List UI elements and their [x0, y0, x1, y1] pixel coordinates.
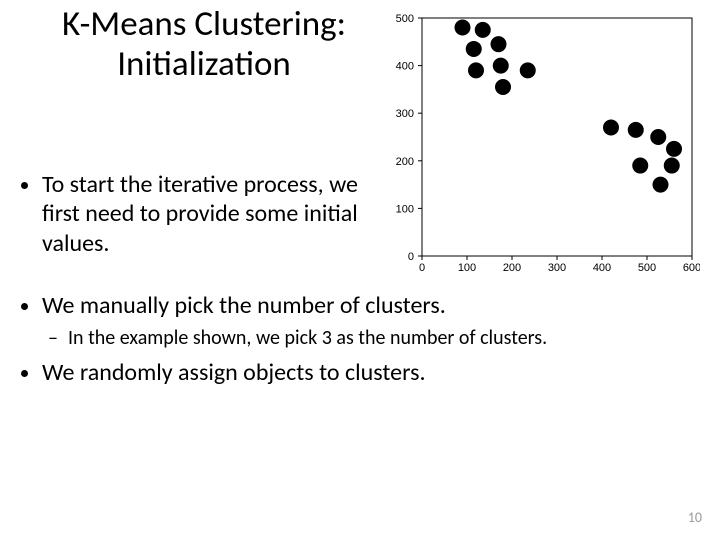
bullet-list-1: To start the iterative process, we first… [0, 170, 382, 258]
bullet-list-2: We manually pick the number of clusters.… [0, 290, 720, 388]
svg-text:0: 0 [408, 251, 414, 263]
svg-text:100: 100 [458, 262, 476, 274]
svg-text:400: 400 [593, 262, 611, 274]
bullet-text: We manually pick the number of clusters. [42, 291, 446, 320]
page-number: 10 [688, 509, 702, 526]
svg-text:200: 200 [396, 156, 414, 168]
bullet-item: We randomly assign objects to clusters. [42, 357, 720, 388]
svg-text:200: 200 [503, 262, 521, 274]
svg-text:300: 300 [548, 262, 566, 274]
page-title: K-Means Clustering: Initialization [24, 4, 384, 85]
bullet-item: We manually pick the number of clusters.… [42, 290, 720, 351]
svg-text:600: 600 [683, 262, 700, 274]
svg-text:300: 300 [396, 108, 414, 120]
svg-text:500: 500 [638, 262, 656, 274]
scatter-chart: 0 100 200 300 400 500 600 0 100 200 300 400 500 [380, 10, 700, 280]
chart-svg: 0 100 200 300 400 500 600 0 100 200 300 400 500 [380, 10, 700, 280]
svg-text:100: 100 [396, 203, 414, 215]
svg-text:400: 400 [396, 61, 414, 73]
svg-text:0: 0 [419, 262, 425, 274]
sub-bullet-list: In the example shown, we pick 3 as the n… [42, 325, 720, 351]
svg-text:500: 500 [396, 13, 414, 25]
bullet-item: To start the iterative process, we first… [42, 170, 382, 258]
sub-bullet-item: In the example shown, we pick 3 as the n… [68, 325, 720, 351]
